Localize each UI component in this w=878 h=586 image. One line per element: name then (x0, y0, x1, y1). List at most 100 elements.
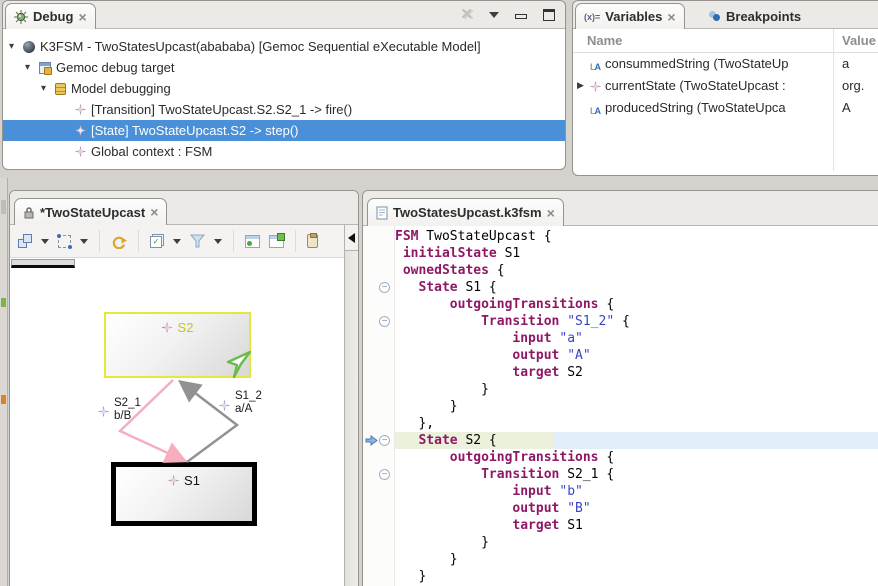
variable-value: A (842, 100, 851, 115)
debug-tree-item[interactable]: ▾Gemoc debug target (3, 57, 565, 78)
code-line[interactable]: } (395, 551, 878, 568)
tab-breakpoints[interactable]: Breakpoints (701, 3, 809, 29)
palette-expand-button[interactable] (345, 225, 358, 251)
fold-collapse-icon[interactable]: − (379, 282, 390, 293)
model-debugging-icon (55, 83, 66, 95)
filter-menu-icon[interactable] (214, 239, 222, 244)
debug-tree-item[interactable]: [State] TwoStateUpcast.S2 -> step() (3, 120, 565, 141)
tree-item-label: [State] TwoStateUpcast.S2 -> step() (91, 123, 299, 138)
close-icon[interactable]: × (78, 10, 86, 24)
debug-tree-item[interactable]: ▾Model debugging (3, 78, 565, 99)
view-menu-icon[interactable] (489, 12, 499, 18)
refresh-icon[interactable] (111, 234, 127, 249)
variable-row[interactable]: ▶currentState (TwoStateUpcast :org. (573, 75, 878, 97)
breakpoints-icon (709, 11, 721, 21)
select-all-icon[interactable] (58, 235, 71, 248)
close-icon[interactable]: × (150, 205, 158, 219)
code-line[interactable]: initialState S1 (395, 245, 878, 262)
variable-row[interactable]: LAconsummedString (TwoStateUpa (573, 53, 878, 75)
code-line[interactable]: } (395, 534, 878, 551)
step-diamond-icon (75, 125, 86, 136)
transition-label-s1-2[interactable]: S1_2 a/A (219, 390, 262, 416)
debug-tree-item[interactable]: ▾K3FSM - TwoStatesUpcast(abababa) [Gemoc… (3, 36, 565, 57)
arrange-menu-icon[interactable] (41, 239, 49, 244)
diagram-tabbar: *TwoStateUpcast × (10, 191, 358, 225)
show-properties-icon[interactable] (245, 235, 260, 248)
minimized-view-marker-orange[interactable] (1, 395, 6, 404)
transition-s2-1-name: S2_1 (114, 397, 141, 410)
code-line[interactable]: FSM TwoStateUpcast { (395, 228, 878, 245)
select-menu-icon[interactable] (80, 239, 88, 244)
tree-expander-icon[interactable]: ▶ (577, 80, 584, 91)
maximize-icon[interactable] (543, 9, 555, 21)
layers-icon[interactable] (150, 234, 164, 248)
editor-gutter[interactable]: − − − − (363, 226, 395, 586)
fold-collapse-icon[interactable]: − (379, 316, 390, 327)
transition-diamond-icon (98, 406, 109, 417)
fold-collapse-icon[interactable]: − (379, 469, 390, 480)
file-icon (376, 206, 388, 220)
current-state-cursor-icon (225, 349, 253, 381)
tab-variables-label: Variables (605, 9, 662, 24)
code-line[interactable]: input "b" (395, 483, 878, 500)
arrange-all-icon[interactable] (18, 234, 32, 248)
chevron-left-icon (348, 233, 355, 243)
debug-tree-item[interactable]: [Transition] TwoStateUpcast.S2.S2_1 -> f… (3, 99, 565, 120)
variable-value: a (842, 56, 849, 71)
tree-expander-icon[interactable]: ▾ (9, 41, 23, 52)
close-icon[interactable]: × (667, 10, 675, 24)
tree-expander-icon[interactable]: ▾ (41, 83, 55, 94)
code-line[interactable]: outgoingTransitions { (395, 449, 878, 466)
code-line[interactable]: input "a" (395, 330, 878, 347)
code-line[interactable]: outgoingTransitions { (395, 296, 878, 313)
code-line[interactable]: } (395, 398, 878, 415)
palette-collapsed-strip (344, 225, 358, 586)
code-line[interactable]: State S1 { (395, 279, 878, 296)
code-line[interactable]: } (395, 381, 878, 398)
tab-diagram-editor[interactable]: *TwoStateUpcast × (14, 198, 167, 225)
fold-collapse-icon[interactable]: − (379, 435, 390, 446)
code-line[interactable]: ownedStates { (395, 262, 878, 279)
minimized-view-marker-green[interactable] (1, 298, 6, 307)
layers-menu-icon[interactable] (173, 239, 181, 244)
column-header-value[interactable]: Value (842, 33, 876, 48)
code-line[interactable]: target S1 (395, 517, 878, 534)
variable-row[interactable]: LAproducedString (TwoStateUpcaA (573, 97, 878, 119)
tab-breakpoints-label: Breakpoints (726, 9, 801, 24)
debug-tree-item[interactable]: Global context : FSM (3, 141, 565, 162)
code-line[interactable]: output "A" (395, 347, 878, 364)
tab-k3fsm-editor[interactable]: TwoStatesUpcast.k3fsm × (367, 198, 564, 226)
tab-editor-label: TwoStatesUpcast.k3fsm (393, 205, 542, 220)
transition-s2-1-guard: b/B (114, 410, 141, 423)
tree-expander-icon[interactable]: ▾ (25, 62, 39, 73)
lock-icon (23, 206, 35, 219)
code-area[interactable]: FSM TwoStateUpcast { initialState S1 own… (395, 228, 878, 585)
tab-debug[interactable]: Debug × (5, 3, 96, 29)
code-line[interactable]: } (395, 568, 878, 585)
tab-variables[interactable]: (x)= Variables × (575, 3, 685, 29)
variable-name: consummedString (TwoStateUp (605, 56, 831, 71)
code-line[interactable]: target S2 (395, 364, 878, 381)
minimize-icon[interactable] (515, 14, 527, 19)
tree-item-label: [Transition] TwoStateUpcast.S2.S2_1 -> f… (91, 102, 352, 117)
code-line[interactable]: output "B" (395, 500, 878, 517)
edit-mode-icon[interactable] (269, 235, 284, 248)
code-line[interactable]: }, (395, 415, 878, 432)
minimized-view-marker[interactable] (1, 200, 6, 214)
variable-name: currentState (TwoStateUpcast : (605, 78, 831, 93)
diagram-canvas[interactable]: S2 S1 S2_1 b/B (10, 259, 344, 586)
code-line[interactable]: Transition S2_1 { (395, 466, 878, 483)
filter-icon[interactable] (190, 234, 205, 248)
text-editor-panel: TwoStatesUpcast.k3fsm × − − − − FSM TwoStat… (362, 190, 878, 586)
transition-label-s2-1[interactable]: S2_1 b/B (98, 397, 141, 423)
code-line[interactable]: State S2 { (395, 432, 878, 449)
local-variable-icon: LA (590, 106, 604, 116)
remove-all-terminated-icon[interactable]: ✕ (460, 7, 473, 22)
clipboard-icon[interactable] (307, 234, 318, 248)
column-header-name[interactable]: Name (587, 33, 622, 48)
gemoc-engine-icon (23, 41, 35, 53)
code-line[interactable]: Transition "S1_2" { (395, 313, 878, 330)
debug-bug-icon (14, 10, 28, 24)
close-icon[interactable]: × (547, 206, 555, 220)
step-diamond-icon (75, 104, 86, 115)
